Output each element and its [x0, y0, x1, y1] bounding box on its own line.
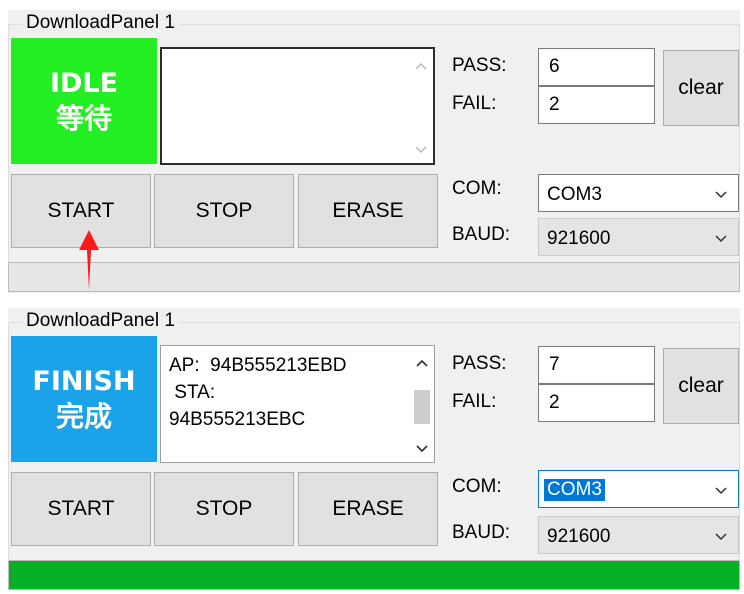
chevron-down-icon[interactable] — [714, 231, 728, 245]
baud-rate-value: 921600 — [547, 228, 611, 249]
com-label: COM: — [452, 476, 502, 497]
fail-count-field[interactable]: 2 — [538, 86, 655, 124]
progress-fill — [9, 561, 739, 589]
panel-title: DownloadPanel 1 — [22, 308, 179, 334]
start-button[interactable]: START — [11, 472, 151, 546]
status-text-zh: 等待 — [55, 102, 112, 135]
baud-label: BAUD: — [452, 224, 511, 245]
clear-button[interactable]: clear — [663, 50, 739, 126]
log-scrollbar[interactable] — [412, 348, 432, 460]
red-arrow-icon — [79, 230, 99, 290]
log-textbox[interactable] — [160, 47, 435, 165]
download-panel-1: DownloadPanel 1 IDLE 等待 PASS: FAIL: 6 2 … — [8, 10, 740, 293]
status-text-en: IDLE — [49, 68, 119, 99]
erase-button[interactable]: ERASE — [298, 472, 438, 546]
progress-bar — [8, 560, 740, 590]
status-text-en: FINISH — [32, 366, 136, 397]
com-port-value: COM3 — [544, 479, 605, 501]
com-port-select[interactable]: COM3 — [538, 470, 739, 508]
fail-label: FAIL: — [452, 93, 497, 114]
fail-label: FAIL: — [452, 391, 497, 412]
log-text: AP: 94B555213EBD STA: 94B555213EBC — [169, 352, 404, 433]
pass-label: PASS: — [452, 353, 507, 374]
chevron-down-icon[interactable] — [714, 529, 728, 543]
baud-rate-value: 921600 — [547, 526, 611, 547]
stop-button[interactable]: STOP — [154, 174, 294, 248]
log-scrollbar[interactable] — [411, 51, 431, 161]
log-textbox[interactable]: AP: 94B555213EBD STA: 94B555213EBC — [160, 345, 435, 463]
pass-label: PASS: — [452, 55, 507, 76]
pass-count-field[interactable]: 6 — [538, 48, 655, 86]
stop-button[interactable]: STOP — [154, 472, 294, 546]
erase-button[interactable]: ERASE — [298, 174, 438, 248]
baud-rate-select[interactable]: 921600 — [538, 218, 739, 256]
status-indicator: IDLE 等待 — [11, 38, 157, 164]
fail-count-field[interactable]: 2 — [538, 384, 655, 422]
status-indicator: FINISH 完成 — [11, 336, 157, 462]
chevron-down-icon[interactable] — [714, 483, 728, 497]
download-panel-2: DownloadPanel 1 FINISH 完成 AP: 94B555213E… — [8, 308, 740, 591]
chevron-up-icon[interactable] — [411, 57, 431, 73]
log-line: 94B555213EBC — [169, 409, 306, 430]
chevron-up-icon[interactable] — [412, 354, 432, 370]
chevron-down-icon[interactable] — [411, 141, 431, 157]
baud-rate-select[interactable]: 921600 — [538, 516, 739, 554]
chevron-down-icon[interactable] — [714, 187, 728, 201]
progress-bar — [8, 262, 740, 292]
clear-button[interactable]: clear — [663, 348, 739, 424]
chevron-down-icon[interactable] — [412, 440, 432, 456]
com-label: COM: — [452, 178, 502, 199]
pass-count-field[interactable]: 7 — [538, 346, 655, 384]
com-port-select[interactable]: COM3 — [538, 174, 739, 212]
scrollbar-thumb[interactable] — [414, 390, 430, 424]
panel-title: DownloadPanel 1 — [22, 10, 179, 36]
com-port-value: COM3 — [547, 184, 602, 205]
log-line: AP: 94B555213EBD — [169, 355, 347, 376]
status-text-zh: 完成 — [55, 400, 112, 433]
log-line: STA: — [169, 382, 216, 403]
baud-label: BAUD: — [452, 522, 511, 543]
